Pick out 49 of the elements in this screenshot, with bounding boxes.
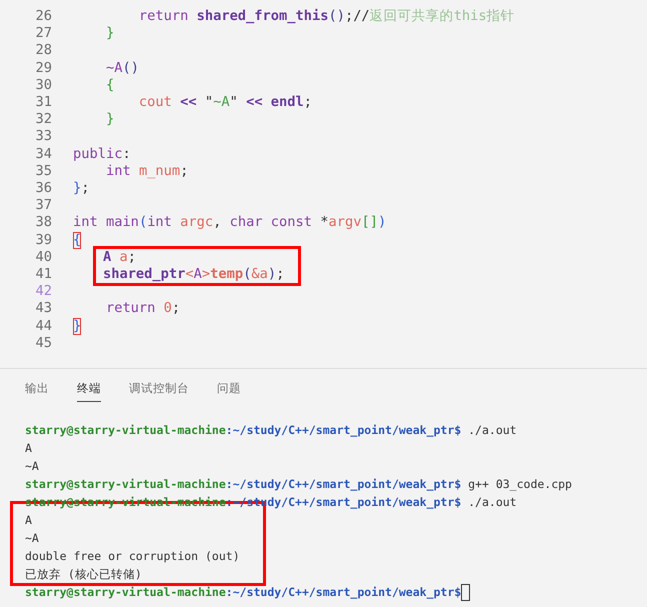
matched-bracket: } bbox=[73, 318, 82, 335]
code-line: }; bbox=[73, 180, 90, 198]
terminal-line: starry@starry-virtual-machine:~/study/C++/smart_point/weak_ptr$ bbox=[25, 584, 462, 601]
code-line: ~A() bbox=[104, 60, 139, 77]
code-line: public: bbox=[73, 146, 131, 163]
code-line: cout << "~A" << endl; bbox=[138, 94, 312, 112]
line-number: 28 bbox=[34, 42, 52, 60]
code-line: int main(int argc, char const *argv[]) bbox=[73, 214, 386, 232]
line-number: 29 bbox=[34, 60, 52, 77]
line-number: 45 bbox=[34, 334, 52, 352]
panel-tab[interactable]: 输出 bbox=[25, 379, 49, 402]
code-line: A a; bbox=[102, 248, 137, 266]
line-number: 39 bbox=[34, 232, 52, 249]
line-number: 33 bbox=[34, 128, 52, 146]
terminal-line: starry@starry-virtual-machine:~/study/C++/smart_point/weak_ptr$ g++ 03_code.cpp bbox=[25, 476, 572, 493]
line-number: 31 bbox=[34, 94, 52, 112]
line-number: 26 bbox=[34, 8, 52, 26]
code-line: int m_num; bbox=[104, 162, 188, 180]
terminal-line: double free or corruption (out) bbox=[25, 548, 241, 565]
line-number: 30 bbox=[34, 76, 52, 94]
code-line: { bbox=[104, 76, 114, 94]
line-number: 38 bbox=[34, 214, 52, 232]
line-number: 37 bbox=[34, 197, 52, 214]
panel-tab[interactable]: 终端 bbox=[77, 379, 101, 402]
code-line: } bbox=[104, 111, 114, 128]
terminal-line: starry@starry-virtual-machine:~/study/C++/smart_point/weak_ptr$ ./a.out bbox=[25, 494, 517, 511]
line-number: 27 bbox=[34, 25, 52, 42]
code-line: return shared_from_this();//返回可共享的this指针 bbox=[138, 8, 515, 26]
terminal-line: 已放弃 (核心已转储) bbox=[25, 566, 143, 583]
terminal-line: A bbox=[25, 512, 33, 529]
line-number: 40 bbox=[34, 248, 52, 266]
code-line: shared_ptr<A>temp(&a); bbox=[102, 266, 284, 284]
line-number: 41 bbox=[34, 266, 52, 284]
terminal-line: A bbox=[25, 440, 33, 457]
line-number: 32 bbox=[34, 111, 52, 128]
matched-bracket: { bbox=[73, 232, 82, 249]
line-number: 35 bbox=[34, 162, 52, 180]
code-line: return 0; bbox=[104, 300, 180, 318]
terminal-line: starry@starry-virtual-machine:~/study/C++/smart_point/weak_ptr$ ./a.out bbox=[25, 422, 517, 439]
line-number: 36 bbox=[34, 180, 52, 198]
panel-tab[interactable]: 调试控制台 bbox=[129, 379, 189, 402]
line-number: 43 bbox=[34, 300, 52, 318]
line-number: 42 bbox=[34, 283, 52, 300]
terminal-line: ~A bbox=[25, 458, 40, 475]
code-line: } bbox=[104, 25, 114, 42]
line-number: 44 bbox=[34, 318, 52, 335]
panel-tab[interactable]: 问题 bbox=[217, 379, 241, 402]
terminal-line: ~A bbox=[25, 530, 40, 547]
line-number: 34 bbox=[34, 146, 52, 163]
